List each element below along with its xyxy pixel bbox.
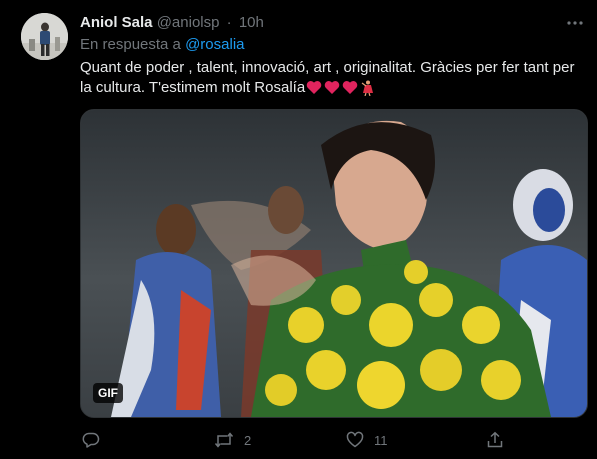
author-handle[interactable]: @aniolsp (157, 14, 220, 31)
share-icon (486, 431, 504, 449)
separator-dot: · (226, 14, 232, 31)
avatar[interactable] (21, 13, 68, 60)
reply-button[interactable] (82, 428, 110, 452)
tweet-text: Quant de poder , talent, innovació, art … (80, 58, 590, 98)
emoji-group (306, 80, 376, 96)
tweet-timestamp[interactable]: 10h (239, 14, 264, 31)
reply-mention-link[interactable]: @rosalia (185, 36, 244, 53)
retweet-button[interactable]: 2 (214, 428, 251, 452)
reply-icon (82, 431, 100, 449)
like-button[interactable]: 11 (346, 428, 388, 452)
reply-context: En respuesta a @rosalia (80, 35, 245, 55)
author-name[interactable]: Aniol Sala (80, 14, 153, 31)
red-heart-icon (324, 80, 342, 95)
tweet-media-gif[interactable]: GIF (80, 109, 588, 418)
tweet[interactable]: Aniol Sala @aniolsp · 10h En respuesta a… (0, 0, 597, 459)
more-options-button[interactable] (566, 14, 584, 32)
share-button[interactable] (486, 428, 514, 452)
tweet-header: Aniol Sala @aniolsp · 10h (80, 13, 264, 33)
more-horizontal-icon (566, 14, 584, 32)
gif-badge: GIF (93, 383, 123, 403)
red-heart-icon (306, 80, 324, 95)
like-count: 11 (374, 432, 388, 448)
red-heart-icon (342, 80, 360, 95)
dancer-icon (360, 80, 376, 96)
heart-icon (346, 431, 364, 449)
retweet-count: 2 (244, 432, 252, 448)
retweet-icon (214, 431, 234, 449)
tweet-actions: 2 11 (80, 428, 586, 452)
reply-prefix: En respuesta a (80, 36, 181, 53)
